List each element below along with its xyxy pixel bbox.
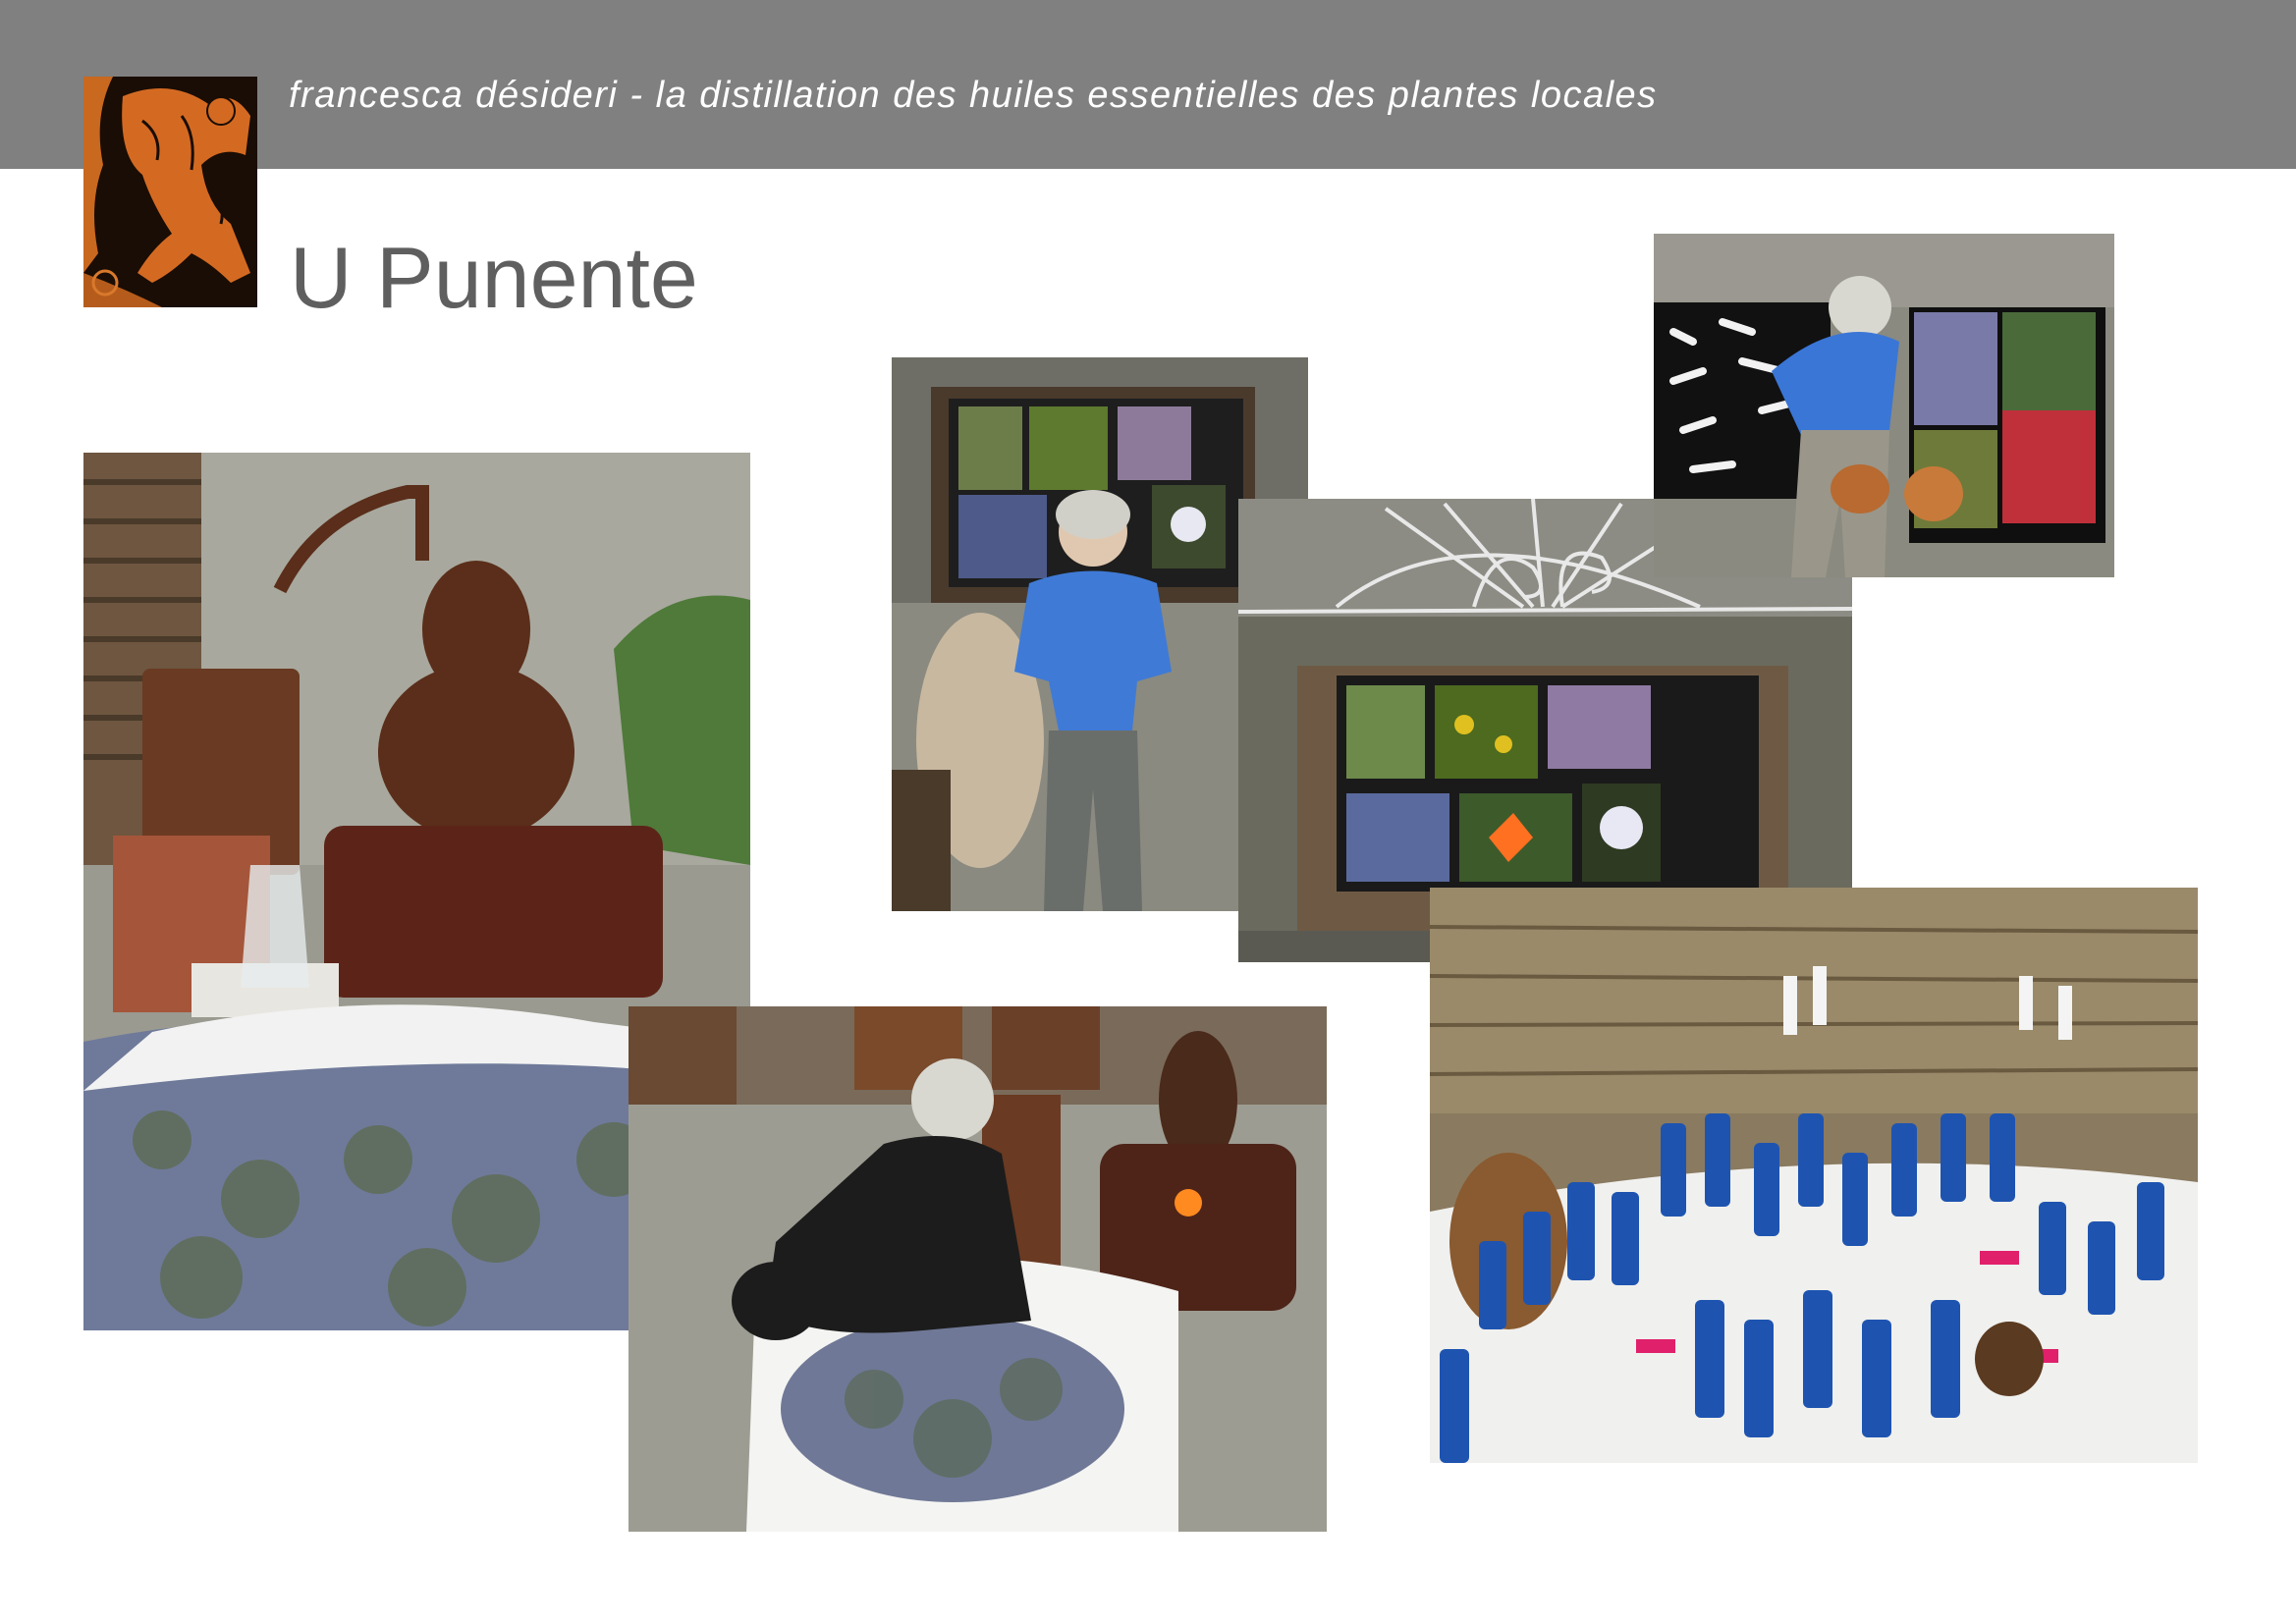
page-title: U Punente <box>290 229 698 326</box>
photo-woman-sorting-rosemary <box>629 1006 1327 1532</box>
woman-bending-icon <box>1654 234 2114 577</box>
woman-kneeling-icon <box>629 1006 1327 1532</box>
photo-essential-oil-bottles <box>1430 888 2198 1463</box>
greek-vase-logo <box>83 77 257 307</box>
blue-bottles-table-icon <box>1430 888 2198 1463</box>
photo-woman-copper-kettle <box>1654 234 2114 577</box>
header-subtitle: francesca désideri - la distillation des… <box>289 75 1658 116</box>
header-band: francesca désideri - la distillation des… <box>0 0 2296 169</box>
greek-vase-logo-icon <box>83 77 257 307</box>
